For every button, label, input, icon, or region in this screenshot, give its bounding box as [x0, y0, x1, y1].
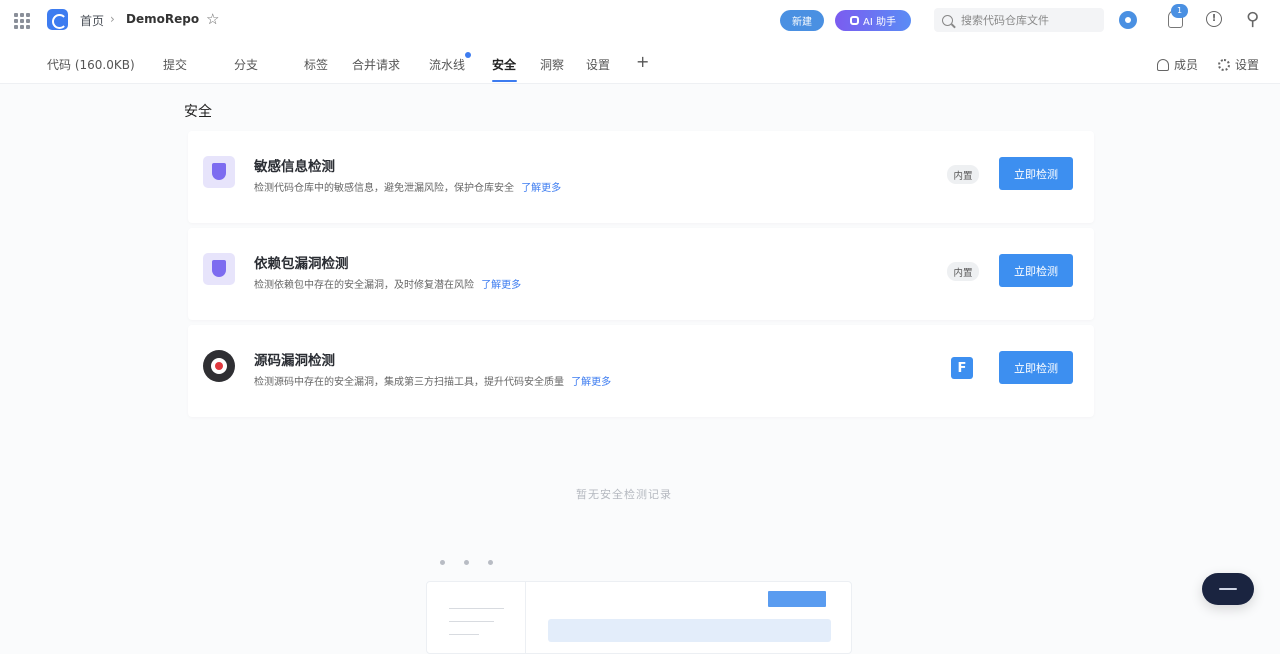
tab-pipelines-badge — [465, 52, 471, 58]
repo-settings-label: 设置 — [1235, 58, 1260, 72]
scanner-logo-icon — [203, 350, 235, 382]
tab-insights[interactable]: 洞察 — [540, 56, 564, 73]
ai-icon — [850, 16, 860, 25]
start-scan-button[interactable]: 立即检测 — [999, 351, 1073, 384]
tab-security[interactable]: 安全 — [492, 56, 516, 73]
page-title: 安全 — [184, 104, 212, 120]
card-description-text: 检测代码仓库中的敏感信息，避免泄漏风险，保护仓库安全 — [254, 183, 514, 194]
card-description-text: 检测源码中存在的安全漏洞，集成第三方扫描工具，提升代码安全质量 — [254, 377, 564, 388]
start-scan-button[interactable]: 立即检测 — [999, 157, 1073, 190]
breadcrumb-separator: › — [110, 12, 115, 26]
new-button[interactable]: 新建 — [780, 10, 824, 31]
shield-icon — [203, 156, 235, 188]
tab-merge-requests[interactable]: 合并请求 — [352, 56, 400, 73]
security-card-secret-scan: 敏感信息检测 检测代码仓库中的敏感信息，避免泄漏风险，保护仓库安全 了解更多 内… — [188, 131, 1094, 223]
help-icon[interactable]: ! — [1206, 11, 1222, 27]
top-bar: 首页 › DemoRepo ☆ 新建 AI 助手 搜索代码仓库文件 1 ! ⚲ — [0, 0, 1280, 42]
app-logo-icon[interactable] — [47, 9, 68, 30]
carousel-dots — [440, 560, 493, 565]
add-tab-plus-icon[interactable]: + — [636, 52, 649, 71]
empty-state-illustration — [426, 581, 852, 654]
notification-badge: 1 — [1171, 4, 1188, 18]
tab-tags[interactable]: 标签 — [304, 56, 328, 73]
user-avatar-icon[interactable]: ⚲ — [1246, 9, 1259, 30]
tab-pipelines[interactable]: 流水线 — [429, 56, 465, 73]
tab-settings[interactable]: 设置 — [586, 56, 610, 73]
builtin-tag: 内置 — [947, 262, 979, 281]
gear-icon — [1218, 58, 1230, 71]
breadcrumb-repo-name[interactable]: DemoRepo — [126, 12, 199, 26]
security-card-dependency-scan: 依赖包漏洞检测 检测依赖包中存在的安全漏洞，及时修复潜在风险 了解更多 内置 立… — [188, 228, 1094, 320]
card-description: 检测依赖包中存在的安全漏洞，及时修复潜在风险 了解更多 — [254, 276, 521, 291]
ai-assistant-label: AI 助手 — [863, 17, 896, 28]
tab-commits[interactable]: 提交 — [163, 56, 187, 73]
builtin-tag: 内置 — [947, 165, 979, 184]
card-description: 检测代码仓库中的敏感信息，避免泄漏风险，保护仓库安全 了解更多 — [254, 179, 561, 194]
third-party-tool-icon: F — [951, 357, 973, 379]
breadcrumb-home[interactable]: 首页 — [80, 12, 104, 29]
empty-state-text: 暂无安全检测记录 — [576, 488, 672, 501]
learn-more-link[interactable]: 了解更多 — [521, 183, 561, 194]
repo-settings-link[interactable]: 设置 — [1218, 56, 1259, 73]
person-icon — [1157, 58, 1169, 71]
members-link[interactable]: 成员 — [1157, 56, 1198, 73]
members-label: 成员 — [1174, 58, 1199, 72]
search-icon — [942, 14, 953, 26]
security-card-source-scan: 源码漏洞检测 检测源码中存在的安全漏洞，集成第三方扫描工具，提升代码安全质量 了… — [188, 325, 1094, 417]
learn-more-link[interactable]: 了解更多 — [481, 280, 521, 291]
card-description: 检测源码中存在的安全漏洞，集成第三方扫描工具，提升代码安全质量 了解更多 — [254, 373, 611, 388]
learn-more-link[interactable]: 了解更多 — [571, 377, 611, 388]
status-icon[interactable] — [1119, 11, 1137, 29]
card-title: 敏感信息检测 — [254, 159, 335, 175]
card-title: 依赖包漏洞检测 — [254, 256, 349, 272]
active-tab-indicator — [492, 80, 517, 82]
search-placeholder: 搜索代码仓库文件 — [961, 14, 1049, 27]
tab-branches[interactable]: 分支 — [234, 56, 258, 73]
card-title: 源码漏洞检测 — [254, 353, 335, 369]
tab-code[interactable]: 代码 (160.0KB) — [47, 56, 135, 73]
ai-assistant-button[interactable]: AI 助手 — [835, 10, 911, 31]
app-grid-icon[interactable] — [14, 13, 30, 29]
card-description-text: 检测依赖包中存在的安全漏洞，及时修复潜在风险 — [254, 280, 474, 291]
floating-chat-button[interactable] — [1202, 573, 1254, 605]
star-icon[interactable]: ☆ — [206, 10, 219, 28]
start-scan-button[interactable]: 立即检测 — [999, 254, 1073, 287]
shield-icon — [203, 253, 235, 285]
search-input[interactable]: 搜索代码仓库文件 — [934, 8, 1104, 32]
